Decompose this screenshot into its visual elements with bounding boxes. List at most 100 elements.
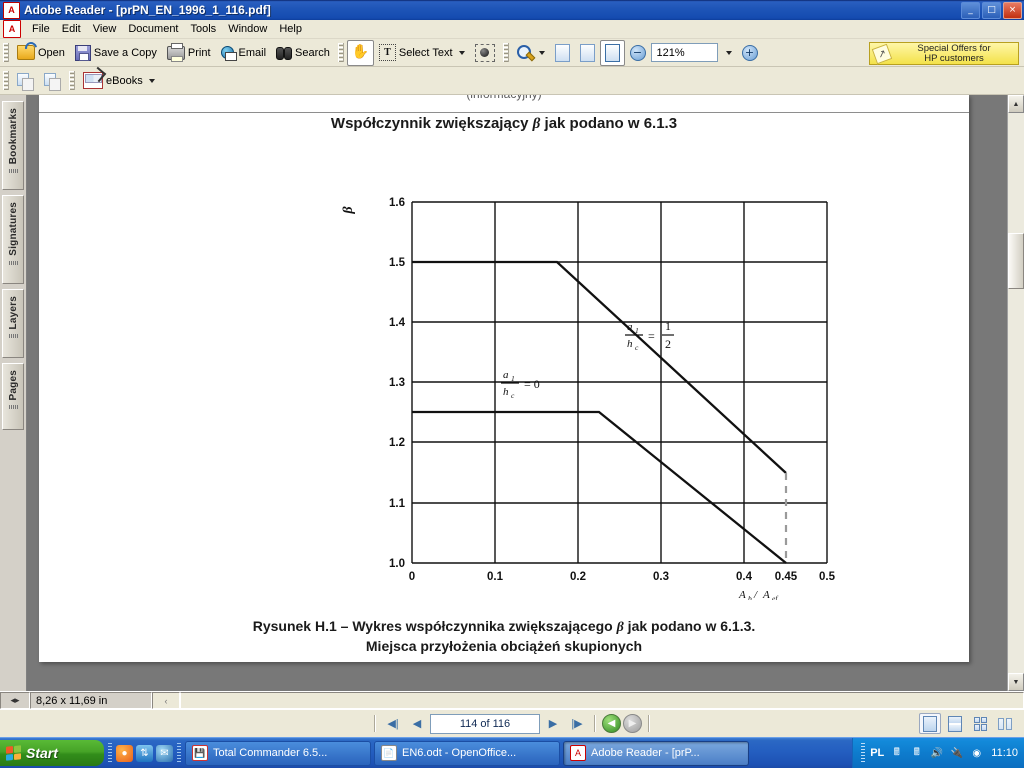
menu-item-edit[interactable]: Edit xyxy=(56,21,87,37)
select-text-icon: T xyxy=(378,44,396,61)
tools-toolbar-grip[interactable] xyxy=(337,43,344,62)
tray-grip[interactable] xyxy=(861,743,866,763)
sidebar-tab-signatures[interactable]: Signatures xyxy=(2,195,24,284)
shield-icon[interactable]: ◉ xyxy=(969,746,984,761)
ann1-numerator: a xyxy=(627,321,633,333)
start-button[interactable]: Start xyxy=(0,740,104,766)
page-number-input[interactable]: 114 of 116 xyxy=(430,713,540,734)
next-view-button[interactable]: ▶ xyxy=(623,714,642,733)
print-button[interactable]: Print xyxy=(162,40,216,66)
clock[interactable]: 11:10 xyxy=(991,747,1018,759)
chevron-down-icon[interactable] xyxy=(458,50,465,55)
previous-page-view-button[interactable] xyxy=(12,68,39,94)
pdf-page: (informacyjny) Współczynnik zwiększający… xyxy=(39,95,969,662)
network-disconnected-icon-2[interactable]: 🖩 xyxy=(909,746,924,761)
zoom-out-button[interactable]: − xyxy=(625,40,651,66)
scroll-up-button[interactable]: ▲ xyxy=(1008,95,1024,113)
x-tick-0.3: 0.3 xyxy=(653,571,669,583)
zoom-level-input[interactable]: 121% xyxy=(650,43,718,62)
hand-tool-button[interactable]: ✋ xyxy=(346,39,374,66)
sidebar-tab-pages-label: Pages xyxy=(7,370,19,401)
x-tick-0: 0 xyxy=(409,571,415,583)
menu-item-tools[interactable]: Tools xyxy=(185,21,223,37)
task-openoffice-writer[interactable]: 📄 EN6.odt - OpenOffice... xyxy=(374,740,560,766)
bluetooth-icon[interactable]: ⇅ xyxy=(136,744,153,762)
scroll-down-button[interactable]: ▼ xyxy=(1008,673,1024,691)
print-label: Print xyxy=(187,46,211,59)
task-total-commander[interactable]: 💾 Total Commander 6.5... xyxy=(185,740,371,766)
maximize-button[interactable]: □ xyxy=(982,1,1001,19)
continuous-facing-view-button[interactable] xyxy=(994,713,1016,734)
ebooks-toolbar-grip[interactable] xyxy=(69,71,75,90)
zoom-tool-button[interactable] xyxy=(512,40,550,66)
continuous-view-button[interactable] xyxy=(944,713,966,734)
open-button[interactable]: Open xyxy=(12,40,70,66)
toolbar-grip[interactable] xyxy=(3,43,9,62)
single-page-view-button[interactable] xyxy=(919,713,941,734)
next-page-button[interactable]: ▶ xyxy=(542,713,564,734)
facing-pages-view-button[interactable] xyxy=(969,713,991,734)
ann1-value-num: 1 xyxy=(665,319,671,333)
y-axis-label: β xyxy=(341,206,356,215)
annotation-a1-hc-zero: a 1 h c = 0 xyxy=(501,369,540,400)
page-navigation-bar: ◀| ◀ 114 of 116 ▶ |▶ ◀ ▶ xyxy=(0,709,1024,737)
task-adobe-reader[interactable]: A Adobe Reader - [prP... xyxy=(563,740,749,766)
volume-icon[interactable]: 🔊 xyxy=(929,746,944,761)
select-text-button[interactable]: T Select Text xyxy=(374,40,470,66)
close-button[interactable]: × xyxy=(1003,1,1022,19)
first-page-button[interactable]: ◀| xyxy=(382,713,404,734)
search-button[interactable]: Search xyxy=(271,40,335,66)
plug-icon[interactable]: 🔌 xyxy=(949,746,964,761)
sidebar-tab-pages[interactable]: Pages xyxy=(2,363,24,430)
email-label: Email xyxy=(238,46,267,59)
task-label: Adobe Reader - [prP... xyxy=(591,747,700,759)
email-button[interactable]: Email xyxy=(216,40,272,66)
document-view[interactable]: (informacyjny) Współczynnik zwiększający… xyxy=(27,95,1024,691)
snapshot-tool-button[interactable] xyxy=(470,40,500,66)
firefox-icon[interactable]: ● xyxy=(116,744,133,762)
task-label: EN6.odt - OpenOffice... xyxy=(402,747,517,759)
actual-size-button[interactable] xyxy=(550,40,575,66)
zoom-chevron-down-icon[interactable] xyxy=(538,50,545,55)
navbar-separator xyxy=(374,715,376,732)
status-collapse-button[interactable]: ‹ xyxy=(152,692,180,709)
resize-handle[interactable]: ◂▸ xyxy=(0,692,30,709)
zoom-toolbar-grip[interactable] xyxy=(502,43,509,62)
previous-view-button[interactable]: ◀ xyxy=(602,714,621,733)
menu-item-window[interactable]: Window xyxy=(222,21,273,37)
hp-special-offers-ad[interactable]: ↗ Special Offers for HP customers xyxy=(869,42,1019,65)
menu-item-file[interactable]: File xyxy=(26,21,56,37)
y-tick-1.6: 1.6 xyxy=(389,197,405,209)
zoom-dropdown-button[interactable] xyxy=(718,40,737,66)
minimize-button[interactable]: _ xyxy=(961,1,980,19)
grip-dots-icon xyxy=(8,405,18,410)
language-indicator[interactable]: PL xyxy=(870,747,884,759)
menu-item-view[interactable]: View xyxy=(87,21,123,37)
status-bar: ◂▸ 8,26 x 11,69 in ‹ xyxy=(0,691,1024,709)
network-disconnected-icon[interactable]: 🖩 xyxy=(889,746,904,761)
last-page-button[interactable]: |▶ xyxy=(566,713,588,734)
nav-toolbar-grip[interactable] xyxy=(3,71,9,90)
scroll-track[interactable] xyxy=(1008,113,1024,673)
scroll-thumb[interactable] xyxy=(1008,233,1024,289)
sidebar-tab-layers[interactable]: Layers xyxy=(2,289,24,358)
adobe-reader-icon: A xyxy=(3,1,20,19)
sidebar-tab-bookmarks[interactable]: Bookmarks xyxy=(2,101,24,190)
folder-open-icon xyxy=(17,45,35,60)
previous-page-button[interactable]: ◀ xyxy=(406,713,428,734)
save-a-copy-button[interactable]: Save a Copy xyxy=(70,40,162,66)
zoom-in-button[interactable]: + xyxy=(737,40,763,66)
zoom-level-chevron-down-icon[interactable] xyxy=(725,50,732,55)
window-title: Adobe Reader - [prPN_EN_1996_1_116.pdf] xyxy=(24,3,271,17)
ebooks-button[interactable]: eBooks xyxy=(78,68,160,94)
ann1-equals: = xyxy=(648,329,655,343)
menu-item-document[interactable]: Document xyxy=(122,21,184,37)
thunderbird-icon[interactable]: ✉ xyxy=(156,744,173,762)
document-body: Bookmarks Signatures Layers Pages (infor… xyxy=(0,95,1024,691)
fit-page-button[interactable] xyxy=(575,40,600,66)
fit-width-button[interactable] xyxy=(599,39,625,66)
ebooks-chevron-down-icon[interactable] xyxy=(148,78,155,83)
document-vertical-scrollbar[interactable]: ▲ ▼ xyxy=(1007,95,1024,691)
menu-item-help[interactable]: Help xyxy=(273,21,308,37)
next-page-view-button[interactable] xyxy=(39,68,66,94)
